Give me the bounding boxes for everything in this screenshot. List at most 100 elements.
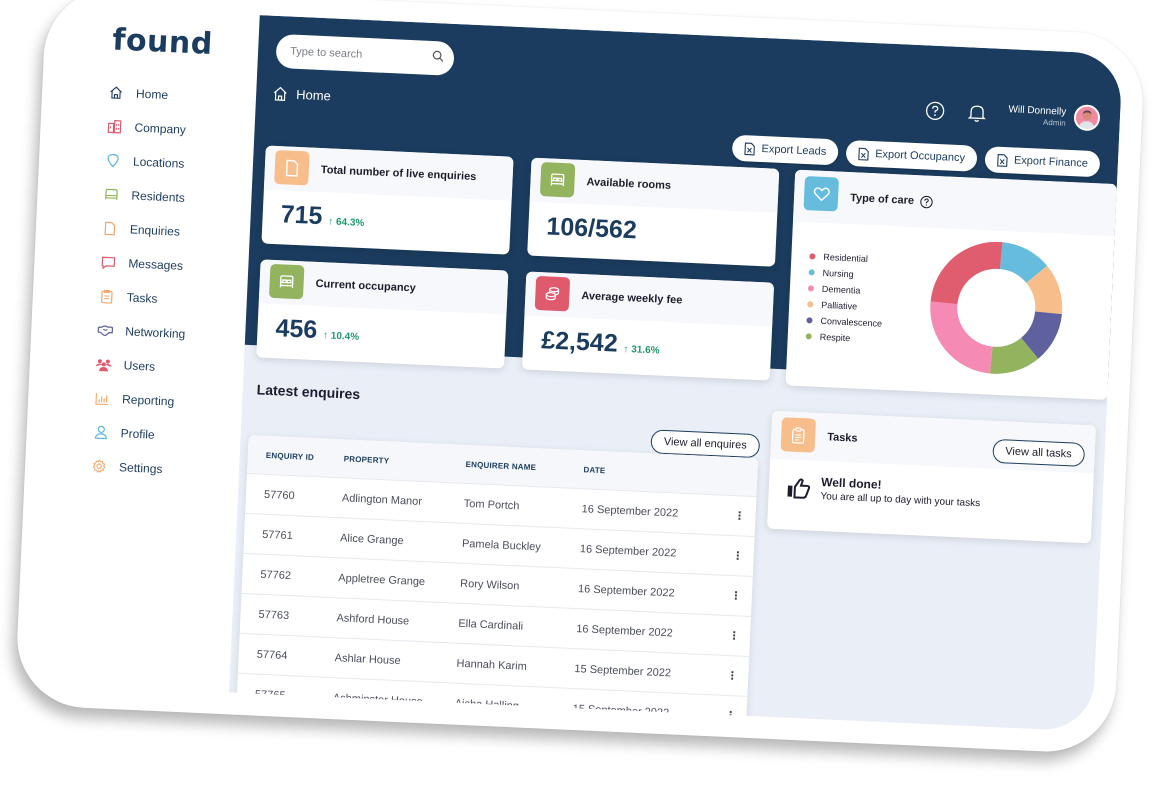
cell-enquiry-id: 57760 <box>263 488 295 502</box>
sidebar-item-label: Locations <box>132 154 185 171</box>
more-vertical-icon[interactable]: ⋮ <box>721 549 754 563</box>
sidebar-item-label: Enquiries <box>129 222 181 239</box>
sidebar-item-label: Settings <box>118 460 163 477</box>
export-label: Export Finance <box>1013 154 1089 170</box>
stat-card-live-enquiries: Total number of live enquiries 715 ↑ 64.… <box>261 145 514 255</box>
cell-date: 16 September 2022 <box>581 502 679 520</box>
sidebar-item-label: Users <box>123 358 156 374</box>
users-icon <box>95 356 112 373</box>
stat-title: Current occupancy <box>315 277 417 295</box>
clipboard-icon <box>780 417 817 453</box>
cell-date: 16 September 2022 <box>577 582 675 600</box>
view-all-tasks-button[interactable]: View all tasks <box>991 438 1086 467</box>
help-icon[interactable] <box>920 195 934 209</box>
enquiries-table: ENQUIRY ID PROPERTY ENQUIRER NAME DATE 5… <box>236 435 759 732</box>
column-header-property[interactable]: PROPERTY <box>344 454 466 469</box>
sidebar-item-label: Home <box>135 86 169 103</box>
stat-title: Available rooms <box>586 176 672 192</box>
legend-swatch <box>806 317 813 324</box>
user-role: Admin <box>1042 117 1066 128</box>
breadcrumb-home[interactable]: Home <box>296 87 331 104</box>
legend-swatch <box>807 301 814 308</box>
care-title: Type of care <box>849 192 915 207</box>
stat-delta: ↑ 10.4% <box>322 330 360 343</box>
company-icon <box>106 118 123 135</box>
stat-value: £2,542 <box>540 326 619 358</box>
column-header-enquirer-name[interactable]: ENQUIRER NAME <box>465 459 583 473</box>
cell-enquiry-id: 57762 <box>260 568 292 582</box>
cell-date: 16 September 2022 <box>579 542 677 560</box>
stat-title: Average weekly fee <box>581 289 683 307</box>
sidebar-item-label: Tasks <box>126 290 158 306</box>
donut-chart <box>927 239 1063 374</box>
column-header-enquiry-id[interactable]: ENQUIRY ID <box>248 450 344 463</box>
avatar[interactable] <box>1073 104 1101 132</box>
user-info[interactable]: Will Donnelly Admin <box>1008 104 1066 128</box>
sidebar-item-label: Residents <box>131 188 186 205</box>
handshake-icon <box>97 322 114 339</box>
profile-icon <box>92 424 109 441</box>
help-icon[interactable] <box>924 99 947 122</box>
more-vertical-icon[interactable]: ⋮ <box>723 509 756 523</box>
cell-enquirer-name: Hannah Karim <box>456 657 528 673</box>
stat-value: 715 <box>280 200 324 231</box>
donut-segment-dementia[interactable] <box>927 301 994 374</box>
stat-delta: ↑ 64.3% <box>327 216 365 230</box>
export-label: Export Occupancy <box>874 148 966 165</box>
type-of-care-card: Type of care Residential Nursing Dementi… <box>785 169 1117 400</box>
cell-enquirer-name: Tom Portch <box>463 497 520 512</box>
document-icon <box>102 220 119 237</box>
cell-property: Alice Grange <box>339 531 404 547</box>
search-input[interactable] <box>289 45 433 64</box>
more-vertical-icon[interactable]: ⋮ <box>718 629 751 643</box>
logo: found <box>111 22 214 62</box>
stat-value: 106/562 <box>545 212 638 245</box>
home-icon <box>108 84 125 101</box>
cell-date: 15 September 2022 <box>572 702 670 719</box>
cell-date: 16 September 2022 <box>575 622 674 639</box>
bed-icon <box>539 162 576 198</box>
legend-swatch <box>808 269 815 276</box>
message-icon <box>100 254 117 271</box>
sidebar-item-label: Company <box>134 120 187 137</box>
legend-item-respite[interactable]: Respite <box>805 328 881 347</box>
cell-enquiry-id: 57765 <box>254 688 286 702</box>
legend-swatch <box>809 253 816 260</box>
sidebar-item-label: Networking <box>124 324 186 342</box>
more-vertical-icon[interactable]: ⋮ <box>716 669 749 683</box>
cell-enquiry-id: 57763 <box>258 608 290 622</box>
app-screen: found Home Company Locations Residents E… <box>37 6 1123 732</box>
cell-property: Appletree Grange <box>338 571 426 588</box>
stat-title: Total number of live enquiries <box>320 164 477 184</box>
legend-label: Nursing <box>822 267 854 280</box>
chart-legend: Residential Nursing Dementia Palliative … <box>805 248 885 347</box>
cell-enquiry-id: 57761 <box>261 528 294 542</box>
legend-label: Convalescence <box>820 315 883 329</box>
more-vertical-icon[interactable]: ⋮ <box>714 708 747 722</box>
search-icon[interactable] <box>432 49 445 68</box>
notification-bell-icon[interactable] <box>966 101 989 124</box>
cell-enquirer-name: Rory Wilson <box>459 577 520 592</box>
sidebar-item-settings[interactable]: Settings <box>46 447 239 490</box>
export-leads-button[interactable]: Export Leads <box>731 134 839 166</box>
thumbs-up-icon <box>786 476 811 499</box>
stat-card-current-occupancy: Current occupancy 456 ↑ 10.4% <box>256 259 509 369</box>
export-finance-button[interactable]: Export Finance <box>984 146 1101 178</box>
stat-value: 456 <box>274 314 318 345</box>
main-content: Home Will Donnelly Admin Export Leads <box>229 15 1123 732</box>
bed-icon <box>103 186 120 203</box>
home-icon <box>272 86 289 102</box>
stat-card-available-rooms: Available rooms 106/562 <box>527 157 780 267</box>
column-header-date[interactable]: DATE <box>583 465 725 480</box>
legend-label: Respite <box>819 331 851 344</box>
sidebar-nav: Home Company Locations Residents Enquiri… <box>46 73 256 489</box>
location-pin-icon <box>105 152 122 169</box>
donut-segment-residential[interactable] <box>930 239 1003 306</box>
tablet-frame: found Home Company Locations Residents E… <box>14 0 1146 755</box>
stat-card-average-weekly-fee: Average weekly fee £2,542 ↑ 31.6% <box>521 271 775 381</box>
more-vertical-icon[interactable]: ⋮ <box>720 589 753 603</box>
sidebar-item-label: Messages <box>128 256 184 273</box>
breadcrumb: Home <box>272 86 331 104</box>
cell-enquirer-name: Aisha Halling <box>454 697 520 713</box>
cell-property: Adlington Manor <box>341 491 423 508</box>
